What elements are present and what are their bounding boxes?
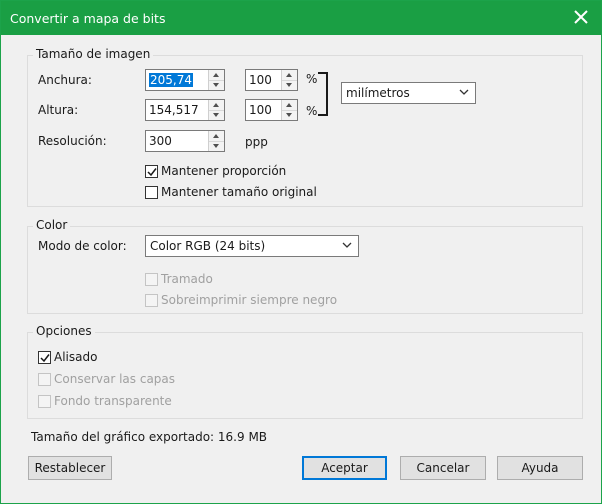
units-value: milímetros <box>346 86 410 100</box>
resolution-unit: ppp <box>245 135 268 149</box>
chevron-down-icon <box>459 89 469 95</box>
reset-button[interactable]: Restablecer <box>28 456 112 480</box>
color-group: Color Modo de color: Color RGB (24 bits)… <box>27 218 583 314</box>
color-mode-value: Color RGB (24 bits) <box>150 239 266 253</box>
image-size-group: Tamaño de imagen Anchura: 205,74 100 % m… <box>27 47 583 207</box>
units-dropdown[interactable]: milímetros <box>341 82 476 104</box>
height-value: 154,517 <box>149 103 199 117</box>
width-percent-value: 100 <box>249 73 272 87</box>
cancel-button[interactable]: Cancelar <box>400 456 486 480</box>
resolution-label: Resolución: <box>38 134 107 148</box>
antialias-checkbox[interactable] <box>38 351 51 364</box>
resolution-spinbox[interactable]: 300 <box>145 130 225 152</box>
width-spinbox[interactable]: 205,74 <box>145 69 225 91</box>
dither-checkbox[interactable] <box>145 273 158 286</box>
image-size-legend: Tamaño de imagen <box>33 47 154 61</box>
width-percent-decrement-button[interactable] <box>282 80 297 90</box>
dialog-title: Convertir a mapa de bits <box>10 11 166 26</box>
resolution-decrement-button[interactable] <box>209 141 224 151</box>
options-legend: Opciones <box>33 324 95 338</box>
resolution-value: 300 <box>149 134 172 148</box>
link-bracket-icon <box>318 72 328 116</box>
dialog-body: Tamaño de imagen Anchura: 205,74 100 % m… <box>1 35 601 503</box>
width-value: 205,74 <box>149 73 193 87</box>
keep-original-size-checkbox[interactable] <box>145 186 158 199</box>
height-percent-value: 100 <box>249 103 272 117</box>
height-spinbox[interactable]: 154,517 <box>145 99 225 121</box>
keep-original-size-label: Mantener tamaño original <box>161 185 317 199</box>
height-label: Altura: <box>38 103 79 117</box>
height-percent-spinbox[interactable]: 100 <box>245 99 298 121</box>
options-group: Opciones Alisado Conservar las capas Fon… <box>27 324 583 419</box>
width-label: Anchura: <box>38 73 92 87</box>
checkmark-icon <box>147 168 157 177</box>
convert-to-bitmap-dialog: Convertir a mapa de bits Tamaño de image… <box>0 0 602 504</box>
transparent-background-checkbox[interactable] <box>38 395 51 408</box>
transparent-background-label: Fondo transparente <box>54 394 172 408</box>
color-mode-dropdown[interactable]: Color RGB (24 bits) <box>145 235 359 257</box>
title-bar: Convertir a mapa de bits <box>1 1 601 35</box>
close-button[interactable] <box>569 7 593 29</box>
overprint-black-label: Sobreimprimir siempre negro <box>161 293 338 307</box>
height-decrement-button[interactable] <box>209 110 224 120</box>
color-mode-label: Modo de color: <box>38 239 127 253</box>
overprint-black-checkbox[interactable] <box>145 294 158 307</box>
dither-label: Tramado <box>161 272 213 286</box>
ok-button[interactable]: Aceptar <box>302 456 387 480</box>
keep-ratio-label: Mantener proporción <box>161 164 287 178</box>
color-legend: Color <box>33 218 71 232</box>
height-percent-decrement-button[interactable] <box>282 110 297 120</box>
width-decrement-button[interactable] <box>209 80 224 90</box>
chevron-down-icon <box>342 242 352 248</box>
keep-layers-checkbox[interactable] <box>38 373 51 386</box>
keep-ratio-checkbox[interactable] <box>145 165 158 178</box>
height-percent-symbol: % <box>306 104 318 118</box>
antialias-label: Alisado <box>54 350 98 364</box>
checkmark-icon <box>40 354 50 363</box>
width-percent-spinbox[interactable]: 100 <box>245 69 298 91</box>
keep-layers-label: Conservar las capas <box>54 372 176 386</box>
close-icon <box>569 7 593 29</box>
export-size-text: Tamaño del gráfico exportado: 16.9 MB <box>31 430 268 444</box>
help-button[interactable]: Ayuda <box>497 456 583 480</box>
